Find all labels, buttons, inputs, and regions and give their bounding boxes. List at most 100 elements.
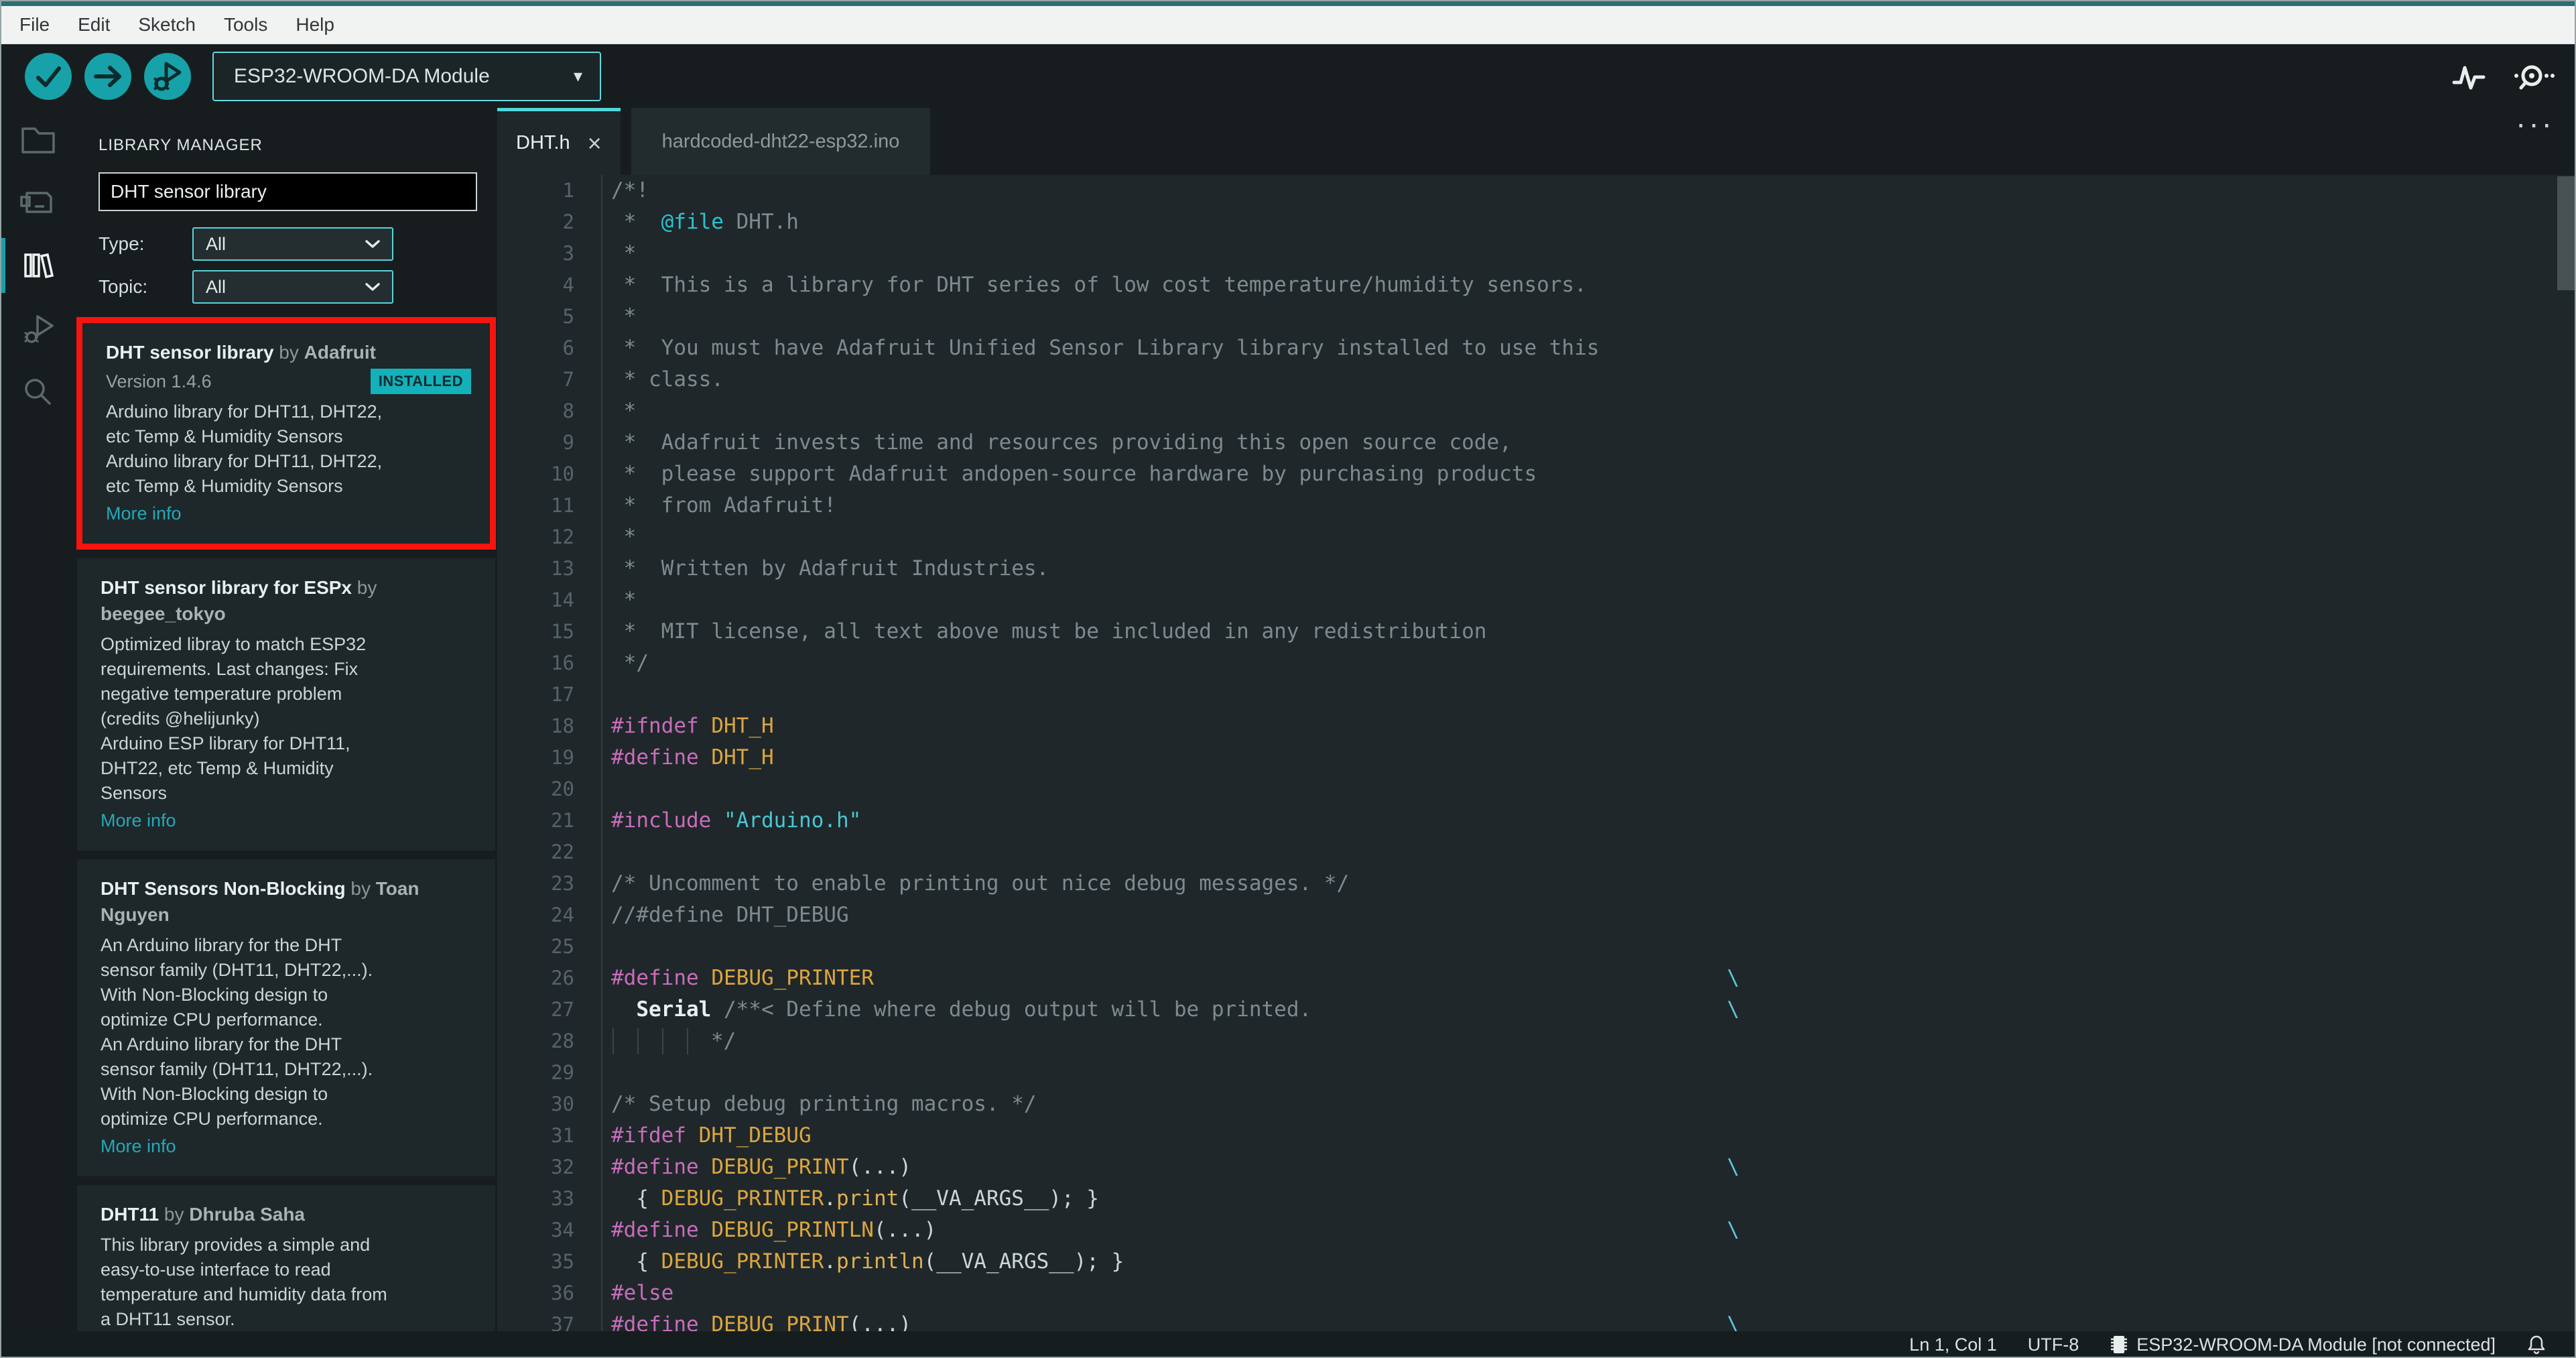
board-selector-dropdown[interactable]: ESP32-WROOM-DA Module ▾ [212, 51, 601, 101]
menu-help[interactable]: Help [281, 6, 348, 44]
verify-button[interactable] [25, 52, 72, 100]
sidebar-item-boards-manager[interactable] [1, 171, 75, 234]
cursor-position[interactable]: Ln 1, Col 1 [1909, 1335, 1997, 1355]
upload-button[interactable] [84, 52, 131, 100]
topic-filter-select[interactable]: All [192, 270, 393, 304]
library-author: Adafruit [304, 342, 376, 363]
line-content: * [601, 584, 2575, 616]
line-content: #define DEBUG_PRINT(...) \ [601, 1152, 2575, 1183]
type-filter-select[interactable]: All [192, 227, 393, 261]
line-content: * class. [601, 364, 2575, 395]
more-info-link[interactable]: More info [106, 501, 182, 526]
line-content: * MIT license, all text above must be in… [601, 616, 2575, 647]
library-search-input[interactable] [99, 172, 477, 211]
line-content [601, 774, 2575, 805]
library-item-title: DHT Sensors Non-Blocking by Toan Nguyen [101, 878, 420, 925]
code-line: 5 * [497, 301, 2575, 332]
line-content: #define DEBUG_PRINTER \ [601, 963, 2575, 994]
type-filter-label: Type: [99, 233, 145, 254]
code-line: 21 #include "Arduino.h" [497, 805, 2575, 837]
status-board[interactable]: ESP32-WROOM-DA Module [not connected] [2110, 1334, 2496, 1355]
search-icon [17, 373, 59, 410]
menu-file[interactable]: File [5, 6, 64, 44]
menu-sketch[interactable]: Sketch [124, 6, 210, 44]
library-name: DHT11 [101, 1204, 159, 1225]
library-item[interactable]: DHT sensor library for ESPx by beegee_to… [77, 558, 495, 851]
line-content: #ifndef DHT_H [601, 711, 2575, 742]
library-item[interactable]: DHT11 by Dhruba Saha This library provide… [77, 1185, 495, 1331]
more-info-link[interactable]: More info [101, 1134, 176, 1159]
highlight-annotation-box: DHT sensor library by Adafruit Version 1.… [76, 317, 496, 550]
line-number: 29 [551, 1061, 574, 1084]
code-line: 25 [497, 931, 2575, 963]
sidebar-item-debug[interactable] [1, 297, 75, 360]
start-debugging-button[interactable] [144, 52, 191, 100]
line-number: 22 [551, 841, 574, 863]
activity-bar [1, 108, 75, 1331]
library-name: DHT sensor library [106, 342, 274, 363]
code-line: 27 Serial /**< Define where debug output… [497, 994, 2575, 1026]
code-line: 20 [497, 774, 2575, 805]
library-description: Arduino library for DHT11, DHT22, etc Tem… [106, 402, 383, 496]
editor-scrollbar[interactable] [2557, 176, 2575, 290]
encoding[interactable]: UTF-8 [2028, 1335, 2079, 1355]
library-item-meta: Version 1.4.6 INSTALLED [106, 369, 471, 394]
line-content: #define DEBUG_PRINT(...) \ [601, 1309, 2575, 1331]
line-content: * Adafruit invests time and resources pr… [601, 427, 2575, 458]
notifications-bell-icon[interactable] [2526, 1334, 2547, 1355]
line-content [601, 931, 2575, 963]
editor-more-actions[interactable]: ··· [2516, 108, 2555, 141]
serial-plotter-icon[interactable] [2450, 57, 2489, 96]
tab-dht-h[interactable]: DHT.h × [497, 108, 621, 175]
line-number: 34 [551, 1219, 574, 1241]
more-info-link[interactable]: More info [101, 808, 176, 833]
library-item[interactable]: DHT sensor library by Adafruit Version 1.… [82, 323, 490, 544]
code-area[interactable]: 1/*! 2 * @file DHT.h 3 * 4 * This is a libr… [497, 175, 2575, 1331]
line-number: 20 [551, 778, 574, 800]
library-item[interactable]: DHT Sensors Non-Blocking by Toan Nguyen A… [77, 859, 495, 1176]
code-line: 9 * Adafruit invests time and resources … [497, 427, 2575, 458]
line-content: /* Uncomment to enable printing out nice… [601, 868, 2575, 900]
serial-monitor-icon[interactable] [2512, 57, 2556, 96]
line-number: 18 [551, 715, 574, 737]
library-item-title: DHT11 by Dhruba Saha [101, 1204, 305, 1225]
sidebar-item-search[interactable] [1, 360, 75, 423]
library-name: DHT Sensors Non-Blocking [101, 878, 346, 899]
close-icon[interactable]: × [588, 131, 602, 156]
line-number: 24 [551, 904, 574, 926]
indent-guide [613, 1028, 614, 1054]
code-line: 29 [497, 1057, 2575, 1089]
code-line: 17 [497, 679, 2575, 711]
toolbar: ESP32-WROOM-DA Module ▾ [1, 44, 2575, 108]
line-number: 11 [551, 494, 574, 517]
folder-icon [17, 121, 59, 158]
menu-tools[interactable]: Tools [210, 6, 281, 44]
line-content: #else [601, 1278, 2575, 1309]
code-line: 23 /* Uncomment to enable printing out ni… [497, 868, 2575, 900]
line-number: 33 [551, 1187, 574, 1210]
line-content: */ [601, 1026, 2575, 1057]
line-number: 6 [562, 336, 574, 359]
code-line: 33 { DEBUG_PRINTER.print(__VA_ARGS__); } [497, 1183, 2575, 1215]
panel-title: LIBRARY MANAGER [99, 136, 263, 154]
library-manager-panel: LIBRARY MANAGER Type: All Topic: All [75, 108, 497, 1331]
board-selector-label: ESP32-WROOM-DA Module [234, 64, 490, 87]
line-number: 30 [551, 1093, 574, 1115]
tab-hardcoded-dht22-esp32-ino[interactable]: hardcoded-dht22-esp32.ino [631, 108, 931, 175]
line-number: 25 [551, 935, 574, 958]
line-number: 5 [562, 305, 574, 328]
line-number: 15 [551, 620, 574, 643]
installed-badge: INSTALLED [370, 369, 471, 394]
line-content: * Written by Adafruit Industries. [601, 553, 2575, 584]
line-number: 1 [562, 179, 574, 202]
menu-edit[interactable]: Edit [64, 6, 124, 44]
library-list: DHT sensor library by Adafruit Version 1.… [75, 317, 497, 1331]
check-icon [25, 53, 72, 100]
line-continuation-backslash: \ [1727, 1218, 1740, 1242]
sidebar-item-library-manager[interactable] [1, 234, 75, 297]
code-line: 2 * @file DHT.h [497, 206, 2575, 238]
line-continuation-backslash: \ [1727, 997, 1740, 1022]
sidebar-item-sketchbook[interactable] [1, 108, 75, 171]
library-author: beegee_tokyo [101, 603, 226, 624]
line-content: * [601, 301, 2575, 332]
